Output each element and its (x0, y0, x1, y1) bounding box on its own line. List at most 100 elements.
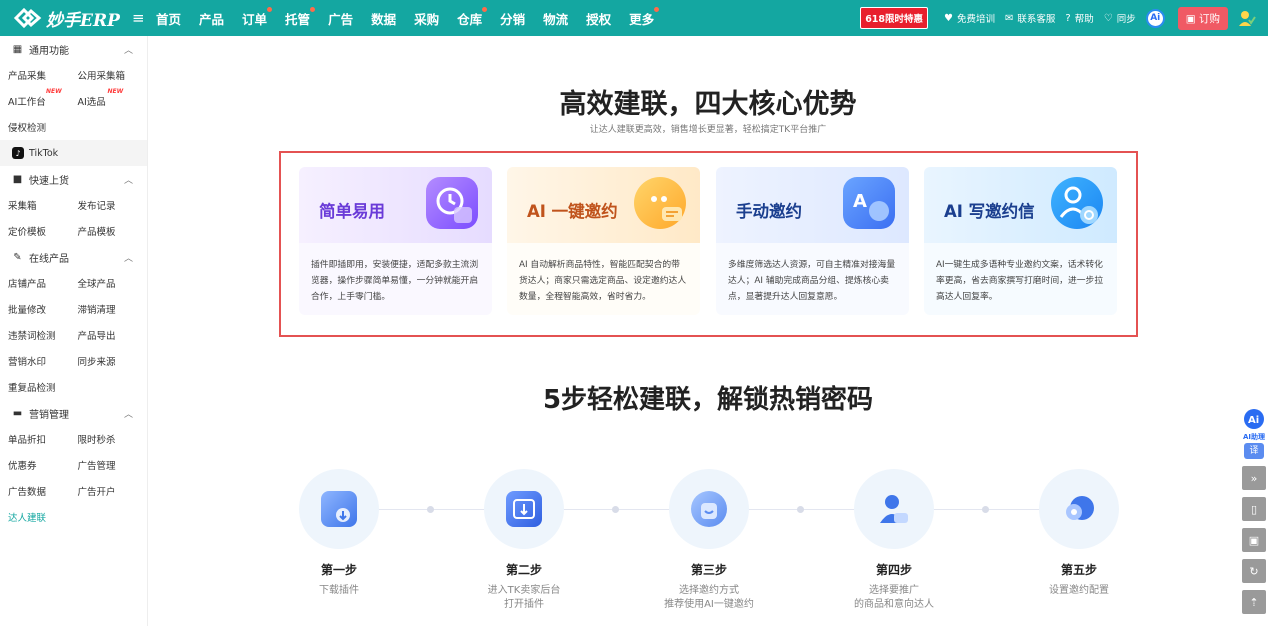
sidebar-item-ai-selection[interactable]: AI选品 NEW (78, 88, 148, 108)
sidebar-item-product-collect[interactable]: 产品采集 (8, 68, 78, 82)
top-right-tools: 618限时特惠 ♥ 免费培训 ✉ 联系客服 ? 帮助 ♡ 同步 Ai ▣ 订购 (860, 0, 1268, 36)
steps-title: 5步轻松建联，解锁热销密码 (542, 385, 874, 415)
sidebar-item-clearance[interactable]: 滞销清理 (78, 302, 148, 316)
sidebar-item-product-export[interactable]: 产品导出 (78, 328, 148, 342)
sidebar-group-general[interactable]: ▦ 通用功能 ︿ (0, 36, 147, 62)
sidebar-item-watermark[interactable]: 营销水印 (8, 354, 78, 368)
user-settings-icon (1051, 177, 1103, 229)
free-training-link[interactable]: ♥ 免费培训 (944, 11, 995, 26)
sidebar-row: 违禁词检测 产品导出 (0, 322, 147, 348)
nav-distribution[interactable]: 分销 (500, 9, 525, 28)
nav-authorize[interactable]: 授权 (586, 9, 611, 28)
ai-assistant-button[interactable]: Ai (1145, 8, 1165, 28)
lightbulb-icon: ♥ (944, 12, 953, 24)
step-4: 第四步 选择要推广 的商品和意向达人 (834, 469, 954, 612)
right-float-toolbar: Ai AI助理 译 » ▯ ▣ ↻ ⇡ (1240, 408, 1268, 614)
question-icon: ? (1065, 12, 1071, 24)
feature-card-desc: AI一键生成多语种专业邀约文案，话术转化率更高，省去商家撰写打磨时间，进一步拉高… (924, 243, 1117, 315)
shopping-bag-icon: ■ (12, 173, 23, 185)
nav-orders[interactable]: 订单 (242, 6, 273, 28)
brand-name: 妙手ERP (46, 10, 120, 31)
sidebar-item-global-products[interactable]: 全球产品 (78, 276, 148, 290)
sidebar-item-collect-box[interactable]: 采集箱 (8, 198, 78, 212)
sidebar-item-flash-sale[interactable]: 限时秒杀 (78, 432, 148, 446)
notification-dot (310, 6, 316, 12)
sidebar-row: 批量修改 滞销清理 (0, 296, 147, 322)
sidebar-item-duplicate-check[interactable]: 重复品检测 (0, 374, 147, 400)
shopping-bag-icon (691, 491, 727, 527)
notification-dot (654, 6, 660, 12)
nav-home[interactable]: 首页 (156, 9, 181, 28)
page-title: 高效建联，四大核心优势 (559, 89, 857, 120)
nav-hosting[interactable]: 托管 (285, 6, 316, 28)
feature-card-manual-invite: 手动邀约 A 多维度筛选达人资源，可自主精准对接海量达人；AI 辅助完成商品分组… (716, 167, 909, 315)
top-bar: 妙手ERP ≡ 首页 产品 订单 托管 广告 数据 采购 仓库 分销 物流 授权… (0, 0, 1268, 36)
chevron-up-icon: ︿ (123, 254, 133, 264)
plugin-window-icon (506, 491, 542, 527)
mobile-icon[interactable]: ▯ (1242, 497, 1266, 521)
sidebar-item-single-discount[interactable]: 单品折扣 (8, 432, 78, 446)
save-icon[interactable]: ▣ (1242, 528, 1266, 552)
promo-badge[interactable]: 618限时特惠 (860, 7, 929, 29)
step-desc: 选择要推广 的商品和意向达人 (854, 585, 934, 610)
feature-card-ai-letter: AI 写邀约信 AI一键生成多语种专业邀约文案，话术转化率更高，省去商家撰写打磨… (924, 167, 1117, 315)
expand-icon[interactable]: » (1242, 466, 1266, 490)
nav-purchase[interactable]: 采购 (414, 9, 439, 28)
nav-warehouse[interactable]: 仓库 (457, 6, 488, 28)
sidebar-item-ad-account[interactable]: 广告开户 (78, 484, 148, 498)
sidebar-item-tiktok[interactable]: ♪ TikTok (0, 140, 147, 166)
sidebar-item-banned-words[interactable]: 违禁词检测 (8, 328, 78, 342)
step-1: 第一步 下载插件 (279, 469, 399, 598)
feature-card-desc: 多维度筛选达人资源，可自主精准对接海量达人；AI 辅助完成商品分组、提炼核心卖点… (716, 243, 909, 315)
new-badge: NEW (107, 88, 124, 95)
ai-assistant-float-button[interactable]: Ai (1242, 408, 1266, 432)
nav-logistics[interactable]: 物流 (543, 9, 568, 28)
sync-link[interactable]: ♡ 同步 (1104, 11, 1136, 26)
user-avatar-icon[interactable] (1238, 9, 1256, 27)
order-button[interactable]: ▣ 订购 (1177, 6, 1228, 30)
main-nav: 首页 产品 订单 托管 广告 数据 采购 仓库 分销 物流 授权 更多 (156, 6, 672, 28)
sidebar-item-ai-workbench[interactable]: AI工作台 NEW (8, 88, 78, 108)
sidebar-item-infringement-check[interactable]: 侵权检测 (0, 114, 147, 140)
help-link[interactable]: ? 帮助 (1065, 11, 1093, 26)
scroll-top-icon[interactable]: ⇡ (1242, 590, 1266, 614)
nav-data[interactable]: 数据 (371, 9, 396, 28)
chat-icon: ✉ (1005, 12, 1014, 24)
sidebar-item-product-template[interactable]: 产品模板 (78, 224, 148, 238)
refresh-icon[interactable]: ↻ (1242, 559, 1266, 583)
sidebar-row: 定价模板 产品模板 (0, 218, 147, 244)
notification-dot (267, 6, 273, 12)
sidebar-item-influencer-connect[interactable]: 达人建联 (0, 504, 147, 530)
nav-more[interactable]: 更多 (629, 6, 660, 28)
sidebar-group-online-products[interactable]: ✎ 在线产品 ︿ (0, 244, 147, 270)
sidebar-row: 采集箱 发布记录 (0, 192, 147, 218)
sidebar-item-sync-source[interactable]: 同步来源 (78, 354, 148, 368)
step-3: 第三步 选择邀约方式 推荐使用AI一键邀约 (649, 469, 769, 612)
sidebar-item-store-products[interactable]: 店铺产品 (8, 276, 78, 290)
logo[interactable]: 妙手ERP (0, 6, 120, 31)
main-content: 高效建联，四大核心优势 让达人建联更高效，销售增长更显著，轻松搞定TK平台推广 … (148, 36, 1268, 626)
sidebar-item-coupon[interactable]: 优惠券 (8, 458, 78, 472)
clock-icon (426, 177, 478, 229)
sidebar-group-marketing[interactable]: ▬ 营销管理 ︿ (0, 400, 147, 426)
ticket-icon: ▬ (12, 407, 23, 419)
sidebar-row: 单品折扣 限时秒杀 (0, 426, 147, 452)
chevron-up-icon: ︿ (123, 410, 133, 420)
sidebar-item-public-collect-box[interactable]: 公用采集箱 (78, 68, 148, 82)
sidebar-item-pricing-template[interactable]: 定价模板 (8, 224, 78, 238)
sidebar-item-publish-records[interactable]: 发布记录 (78, 198, 148, 212)
step-connector-dot (797, 506, 804, 513)
sidebar-item-ad-data[interactable]: 广告数据 (8, 484, 78, 498)
sidebar-group-quick-listing[interactable]: ■ 快速上货 ︿ (0, 166, 147, 192)
nav-ads[interactable]: 广告 (328, 9, 353, 28)
menu-icon[interactable]: ≡ (132, 9, 146, 27)
feature-card-desc: 插件即插即用，安装便捷，适配多款主流浏览器，操作步骤简单易懂，一分钟就能开启合作… (299, 243, 492, 315)
nav-products[interactable]: 产品 (199, 9, 224, 28)
translate-button[interactable]: 译 (1244, 443, 1264, 459)
sidebar-item-ad-management[interactable]: 广告管理 (78, 458, 148, 472)
sidebar-item-batch-edit[interactable]: 批量修改 (8, 302, 78, 316)
feature-card-title: 简单易用 (319, 202, 385, 221)
download-folder-icon (321, 491, 357, 527)
contact-support-link[interactable]: ✉ 联系客服 (1005, 11, 1055, 26)
page-subtitle: 让达人建联更高效，销售增长更显著，轻松搞定TK平台推广 (589, 125, 827, 135)
